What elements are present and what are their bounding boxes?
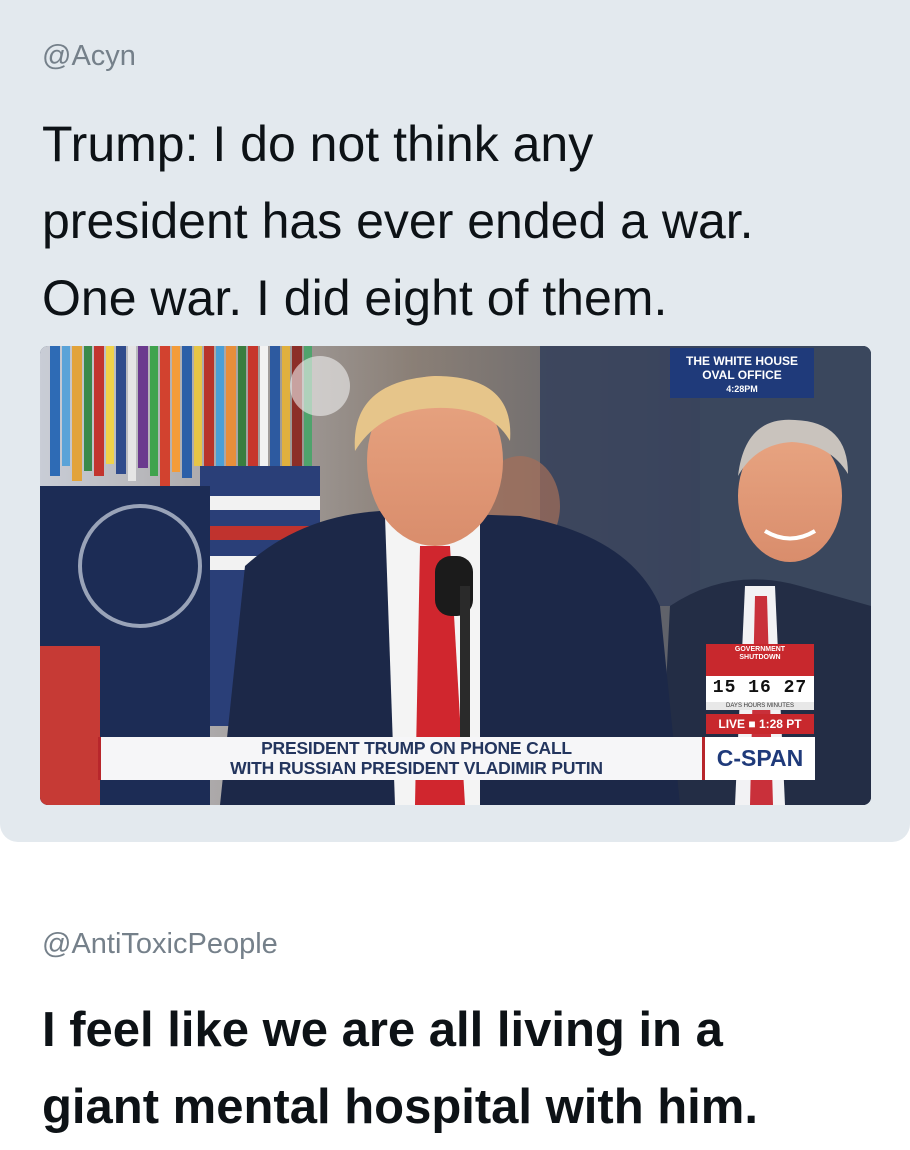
shutdown-line: GOVERNMENT [734,646,786,653]
location-line: THE WHITE HOUSE [685,354,798,368]
chyron: PRESIDENT TRUMP ON PHONE CALL WITH RUSSI… [98,737,732,780]
live-badge: LIVE ■ 1:28 PT [706,714,814,734]
shutdown-line: SHUTDOWN [739,654,781,661]
video-still-image[interactable]: THE WHITE HOUSE OVAL OFFICE 4:28PM GOVER… [40,346,871,805]
cspan-logo: C-SPAN [702,737,815,780]
quoted-post-text-line: president has ever ended a war. [42,193,754,249]
shutdown-counter: 15 16 27 [706,676,814,702]
location-time: 4:28PM [726,384,758,394]
reply-post-text-line: I feel like we are all living in a [42,1003,723,1057]
location-line: OVAL OFFICE [702,368,782,382]
counter-units: DAYS HOURS MINUTES [706,702,814,710]
location-bug: THE WHITE HOUSE OVAL OFFICE 4:28PM [670,348,814,398]
quoted-post-text-line: One war. I did eight of them. [42,270,668,326]
shutdown-banner: GOVERNMENT SHUTDOWN [706,644,814,678]
quoted-post-handle[interactable]: @Acyn [42,40,136,73]
quoted-post-card[interactable]: @Acyn Trump: I do not think any presiden… [0,0,910,842]
quoted-post-text: Trump: I do not think any president has … [42,106,892,337]
chyron-line: PRESIDENT TRUMP ON PHONE CALL [261,738,572,758]
chyron-line: WITH RUSSIAN PRESIDENT VLADIMIR PUTIN [230,757,603,778]
reply-post-text-line: giant mental hospital with him. [42,1080,758,1134]
reply-post-handle[interactable]: @AntiToxicPeople [42,928,278,961]
reply-post-text: I feel like we are all living in a giant… [42,992,902,1146]
quoted-post-text-line: Trump: I do not think any [42,116,594,172]
